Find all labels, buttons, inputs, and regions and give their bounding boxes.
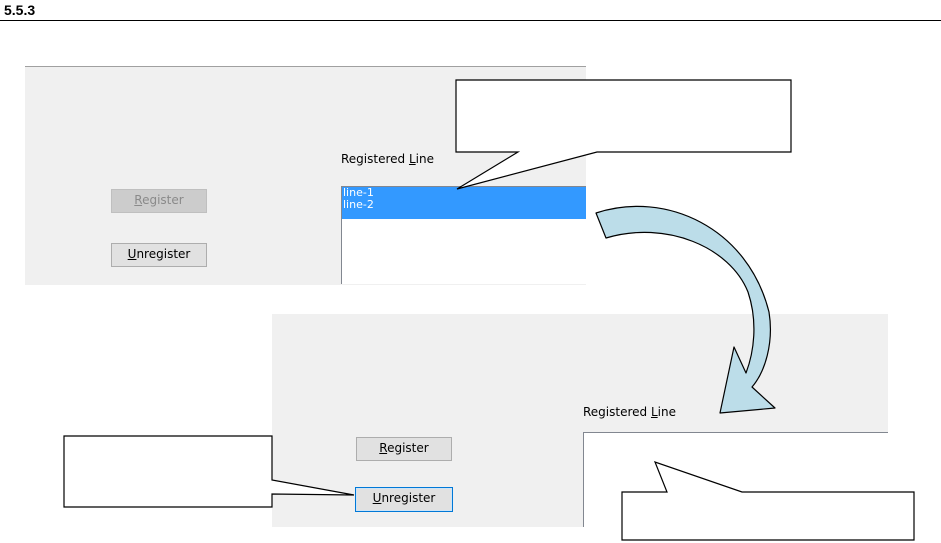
callout-bottom-right (621, 461, 915, 541)
callout-bottom-left (63, 435, 355, 508)
curved-arrow-icon (595, 205, 776, 414)
annotation-overlay (63, 79, 915, 541)
callout-top (455, 79, 792, 190)
